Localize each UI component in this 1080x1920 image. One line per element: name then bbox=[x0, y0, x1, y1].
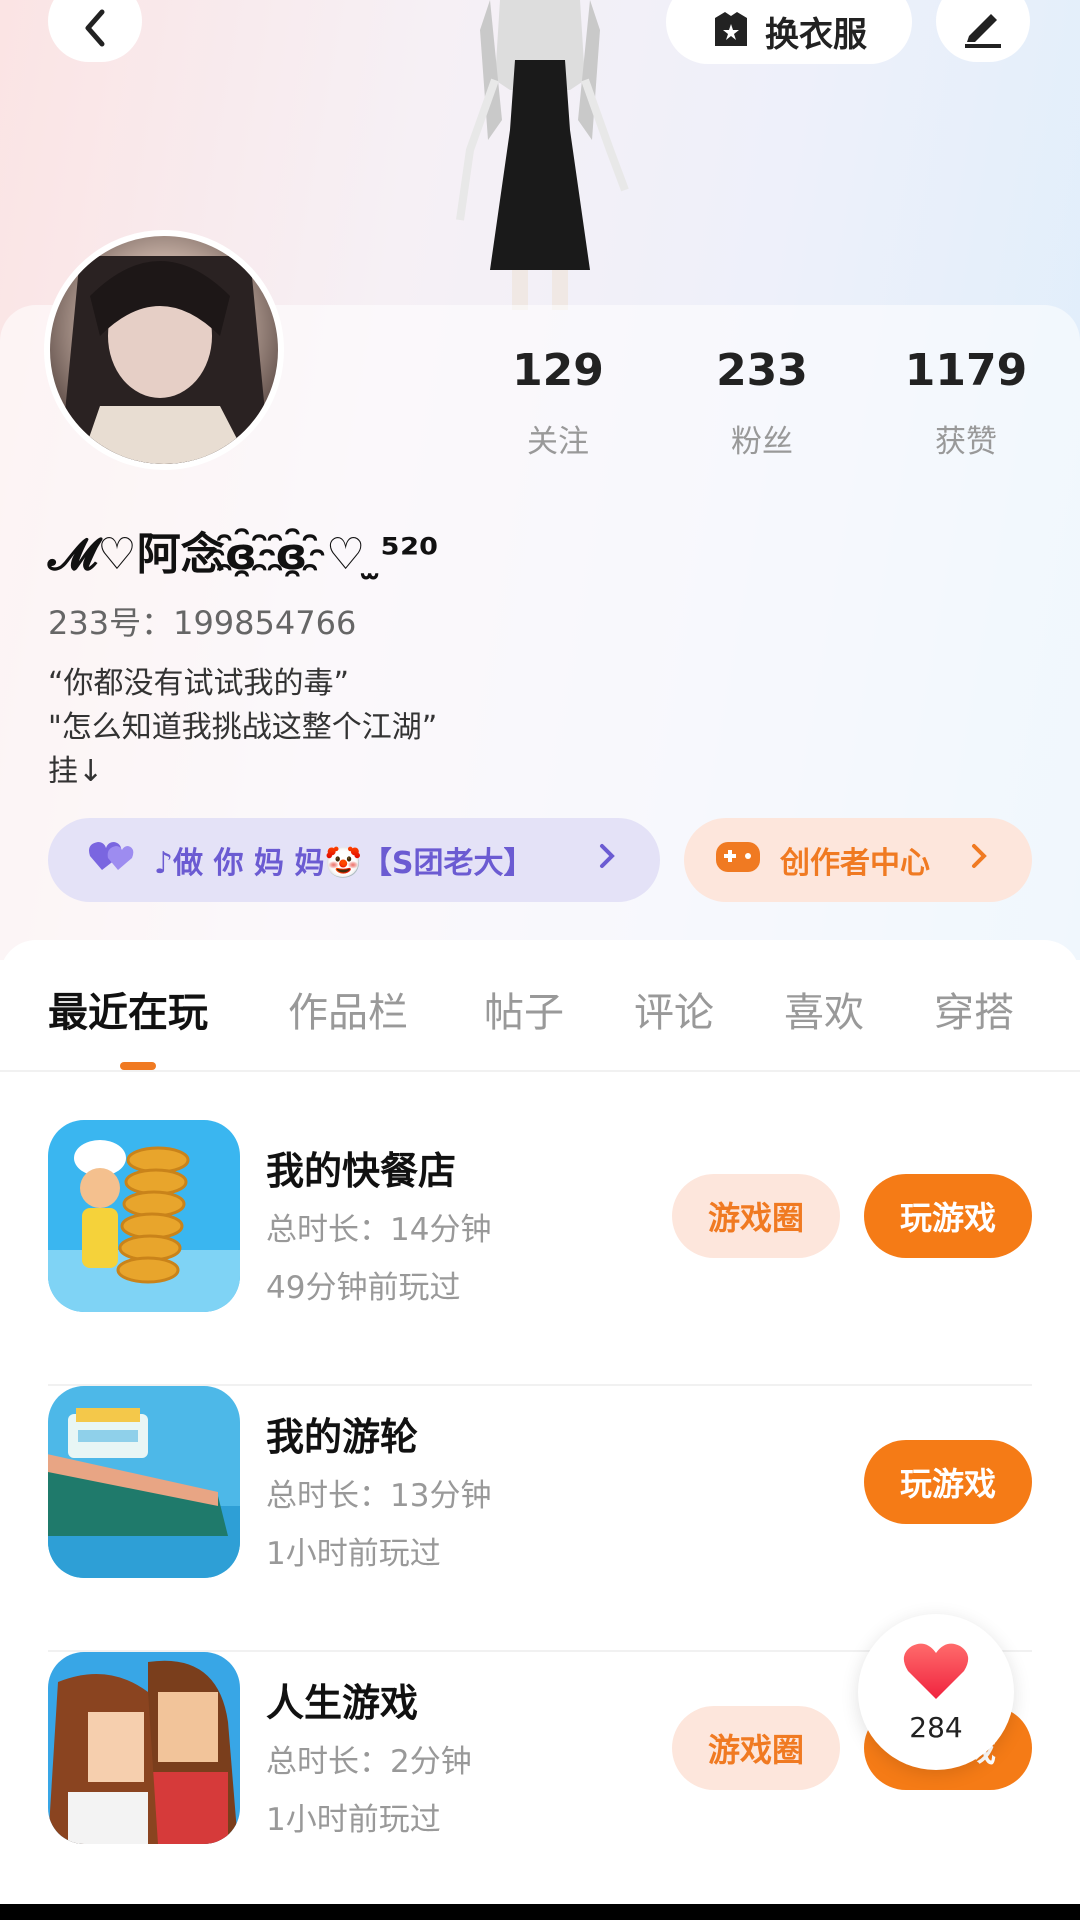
stat-likes-label: 获赞 bbox=[935, 424, 997, 460]
heart-icon bbox=[902, 1641, 970, 1705]
stat-followers-label: 粉丝 bbox=[731, 424, 793, 460]
stat-followers[interactable]: 233 粉丝 bbox=[672, 345, 852, 461]
profile-screen: 换衣服 129 关注 233 粉丝 1179 获赞 𝓜♡阿念ɞ҈ɞ҈♡ ̫⁵²⁰… bbox=[0, 0, 1080, 1920]
stat-likes[interactable]: 1179 获赞 bbox=[876, 345, 1056, 461]
tab-divider bbox=[0, 1070, 1080, 1072]
game-total-time: 总时长：2分钟 bbox=[266, 1744, 472, 1780]
play-game-button[interactable]: 玩游戏 bbox=[864, 1174, 1032, 1258]
gamepad-icon bbox=[714, 836, 762, 884]
game-last-played: 1小时前玩过 bbox=[266, 1536, 441, 1572]
change-outfit-label: 换衣服 bbox=[765, 14, 867, 55]
user-id[interactable]: 233号：199854766 bbox=[48, 598, 356, 644]
bio-line: “你都没有试试我的毒” bbox=[48, 666, 350, 701]
tab-recently-played[interactable]: 最近在玩 bbox=[48, 980, 208, 1038]
system-bottom-edge bbox=[0, 1904, 1080, 1920]
edit-icon bbox=[961, 8, 1005, 52]
like-floating-button[interactable]: 284 bbox=[858, 1614, 1014, 1770]
chevron-right-icon bbox=[970, 842, 988, 878]
like-count: 284 bbox=[909, 1710, 963, 1744]
outfit-icon bbox=[711, 10, 751, 52]
tab-works[interactable]: 作品栏 bbox=[288, 980, 408, 1038]
game-total-time: 总时长：13分钟 bbox=[266, 1478, 492, 1514]
stat-following-label: 关注 bbox=[527, 424, 589, 460]
bio-line: 挂↓ bbox=[48, 754, 104, 789]
fast-food-game-icon bbox=[48, 1120, 240, 1312]
tab-posts[interactable]: 帖子 bbox=[484, 980, 564, 1038]
game-row[interactable]: 我的快餐店 总时长：14分钟 49分钟前玩过 游戏圈 玩游戏 bbox=[48, 1120, 1032, 1386]
game-last-played: 1小时前玩过 bbox=[266, 1802, 441, 1838]
game-last-played: 49分钟前玩过 bbox=[266, 1270, 461, 1306]
chevron-right-icon bbox=[598, 842, 616, 878]
group-badge-label: ♪做 你 妈 妈🤡【S团老大】 bbox=[154, 846, 534, 881]
play-game-button[interactable]: 玩游戏 bbox=[864, 1440, 1032, 1524]
tab-comments[interactable]: 评论 bbox=[634, 980, 714, 1038]
tab-likes[interactable]: 喜欢 bbox=[784, 980, 864, 1038]
game-row[interactable]: 我的游轮 总时长：13分钟 1小时前玩过 玩游戏 bbox=[48, 1386, 1032, 1652]
active-tab-indicator bbox=[120, 1062, 156, 1070]
bio: “你都没有试试我的毒” "怎么知道我挑战这整个江湖” 挂↓ bbox=[48, 662, 437, 794]
game-total-time: 总时长：14分钟 bbox=[266, 1212, 492, 1248]
stat-followers-value: 233 bbox=[716, 345, 808, 396]
group-badge-button[interactable]: ♪做 你 妈 妈🤡【S团老大】 bbox=[48, 818, 660, 902]
tab-outfits[interactable]: 穿搭 bbox=[934, 980, 1014, 1038]
profile-tabs: 最近在玩 作品栏 帖子 评论 喜欢 穿搭 bbox=[0, 980, 1080, 1060]
stat-likes-value: 1179 bbox=[904, 345, 1028, 396]
stat-following[interactable]: 129 关注 bbox=[468, 345, 648, 461]
game-circle-button[interactable]: 游戏圈 bbox=[672, 1174, 840, 1258]
cruise-ship-game-icon bbox=[48, 1386, 240, 1578]
creator-center-button[interactable]: 创作者中心 bbox=[684, 818, 1032, 902]
back-arrow-icon bbox=[80, 8, 110, 52]
hearts-icon bbox=[88, 838, 136, 882]
change-outfit-button[interactable]: 换衣服 bbox=[666, 0, 912, 64]
creator-center-label: 创作者中心 bbox=[780, 846, 930, 881]
bio-line: "怎么知道我挑战这整个江湖” bbox=[48, 710, 438, 745]
avatar[interactable] bbox=[44, 230, 284, 470]
game-circle-button[interactable]: 游戏圈 bbox=[672, 1706, 840, 1790]
game-name: 人生游戏 bbox=[266, 1681, 419, 1725]
username: 𝓜♡阿念ɞ҈ɞ҈♡ ̫⁵²⁰ bbox=[48, 529, 439, 580]
life-game-icon bbox=[48, 1652, 240, 1844]
avatar-figure-image bbox=[430, 0, 650, 310]
content-panel: 最近在玩 作品栏 帖子 评论 喜欢 穿搭 我的快餐店 总时长：14分钟 49分钟… bbox=[0, 940, 1080, 1920]
game-name: 我的快餐店 bbox=[266, 1149, 457, 1193]
stat-following-value: 129 bbox=[512, 345, 604, 396]
game-name: 我的游轮 bbox=[266, 1415, 419, 1459]
